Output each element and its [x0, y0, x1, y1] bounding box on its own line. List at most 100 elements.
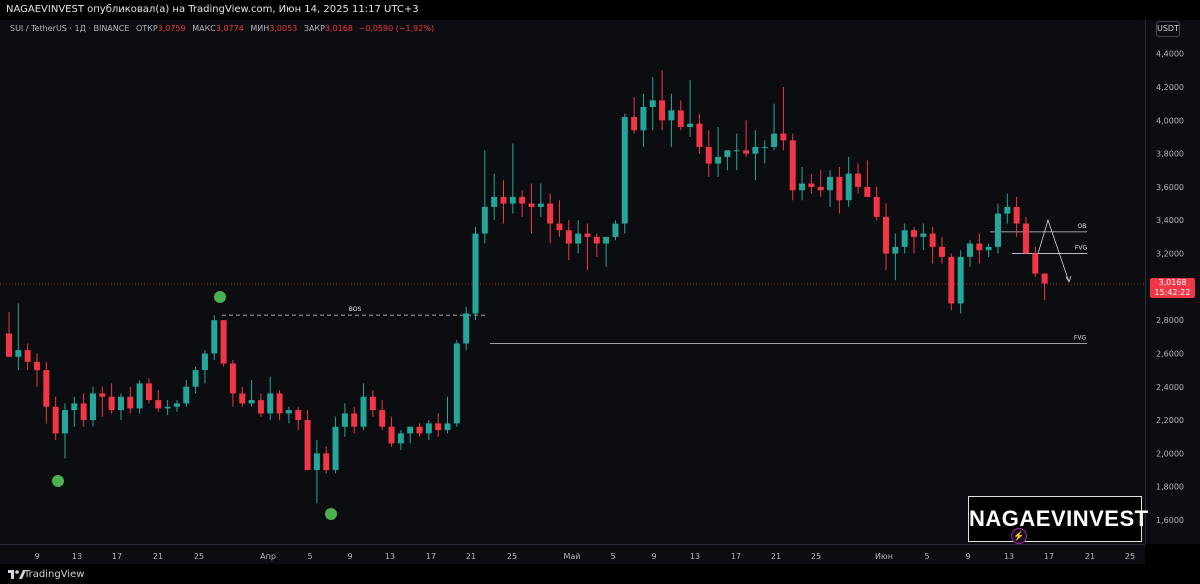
candle [127, 386, 134, 414]
candle [360, 383, 367, 431]
candle [416, 423, 423, 437]
candle-body [397, 433, 404, 444]
candle [603, 236, 610, 267]
price-tick-label: 4,2000 [1156, 83, 1184, 92]
candle [985, 243, 992, 257]
candle [425, 420, 432, 441]
candle-body [491, 196, 498, 207]
candle-body [631, 116, 638, 131]
candle [939, 236, 945, 264]
candle-body [1041, 273, 1048, 284]
candle-body [911, 230, 918, 237]
candle [892, 233, 899, 281]
candle [472, 226, 479, 321]
close-value: 3,0168 [324, 24, 353, 33]
candle-body [43, 370, 50, 407]
candle [827, 170, 834, 207]
candle [677, 100, 684, 131]
candle-body [407, 426, 414, 434]
close-label: ЗАКР [303, 24, 325, 33]
candle-body [89, 393, 96, 421]
low-value: 3,0053 [269, 24, 298, 33]
candle-body [677, 110, 684, 127]
candle-body [864, 186, 871, 197]
candle [901, 223, 908, 254]
candle-body [957, 256, 964, 304]
price-tick-label: 2,0000 [1156, 449, 1184, 458]
candle [873, 186, 880, 221]
candle [239, 386, 246, 407]
price-tick-label: 4,4000 [1156, 50, 1184, 59]
candle-body [994, 213, 1001, 247]
currency-badge[interactable]: USDT [1156, 21, 1180, 37]
bolt-icon[interactable]: ⚡ [1011, 528, 1027, 544]
time-tick-label: 21 [153, 552, 163, 561]
candle-body [966, 243, 973, 257]
candle-body [500, 196, 507, 204]
time-tick-label: 5 [610, 552, 615, 561]
chart-area[interactable]: BOS FVG OB FVG [0, 20, 1145, 544]
candle [220, 320, 227, 367]
candle-body [621, 116, 628, 224]
candle-body [257, 400, 264, 414]
time-tick-label: Июн [875, 552, 893, 561]
candle-body [304, 420, 311, 471]
candle-body [388, 426, 395, 444]
time-tick-label: 25 [811, 552, 821, 561]
publish-text: NAGAEVINVEST опубликовал(а) на TradingVi… [6, 4, 419, 15]
time-tick-label: 13 [690, 552, 700, 561]
candle [1022, 216, 1029, 254]
candle-body [80, 403, 87, 421]
candle [789, 133, 796, 201]
candle [15, 303, 22, 371]
candle [43, 361, 50, 424]
candle [836, 166, 843, 214]
candle-body [696, 123, 703, 147]
high-value: 3,0774 [215, 24, 244, 33]
ob-line-label: OB [1078, 223, 1087, 230]
candle [687, 80, 694, 137]
candle-body [229, 363, 236, 394]
candle-body [6, 333, 12, 357]
chart-legend: SUI / TetherUS · 1Д · BINANCE ОТКР3,0759… [10, 24, 434, 33]
candle-body [528, 203, 535, 207]
candle [276, 390, 283, 421]
candle-body [743, 150, 750, 154]
candle [929, 226, 936, 264]
candle-body [435, 423, 442, 431]
price-tick-label: 1,6000 [1156, 516, 1184, 525]
time-tick-label: 21 [771, 552, 781, 561]
candle [957, 250, 964, 314]
candle [145, 378, 152, 404]
candle-body [295, 410, 302, 421]
low-label: МИН [250, 24, 270, 33]
candle [509, 143, 516, 214]
fvg-upper-line-label: FVG [1075, 245, 1088, 252]
candle-body [173, 403, 180, 407]
candle [388, 416, 395, 447]
time-tick-label: 17 [112, 552, 122, 561]
candle-body [453, 343, 460, 424]
candle [724, 150, 731, 171]
candle [491, 173, 498, 221]
candle-body [976, 243, 983, 251]
candle [808, 173, 815, 194]
candle [631, 96, 638, 134]
candle-body [1032, 253, 1039, 274]
annotation-layer: BOS FVG OB FVG [0, 218, 1145, 344]
candle [481, 150, 488, 244]
price-tick-label: 4,0000 [1156, 116, 1184, 125]
time-tick-label: 5 [924, 552, 929, 561]
candle-body [145, 383, 152, 401]
candle-body [929, 233, 936, 247]
candle-body [948, 256, 955, 304]
candle [659, 70, 666, 131]
time-axis[interactable]: 9 13 17 21 25 Апр 5 9 13 17 21 25 Май 5 9 13 17 21 25 Июн 5 9… [0, 544, 1145, 565]
candle-body [519, 196, 526, 204]
candle [771, 103, 778, 151]
candlestick-chart[interactable]: BOS FVG OB FVG [0, 20, 1145, 544]
candle [201, 350, 208, 384]
symbol-label: SUI / TetherUS · 1Д · BINANCE [10, 24, 130, 33]
candle [80, 393, 87, 427]
candle-body [584, 233, 591, 237]
